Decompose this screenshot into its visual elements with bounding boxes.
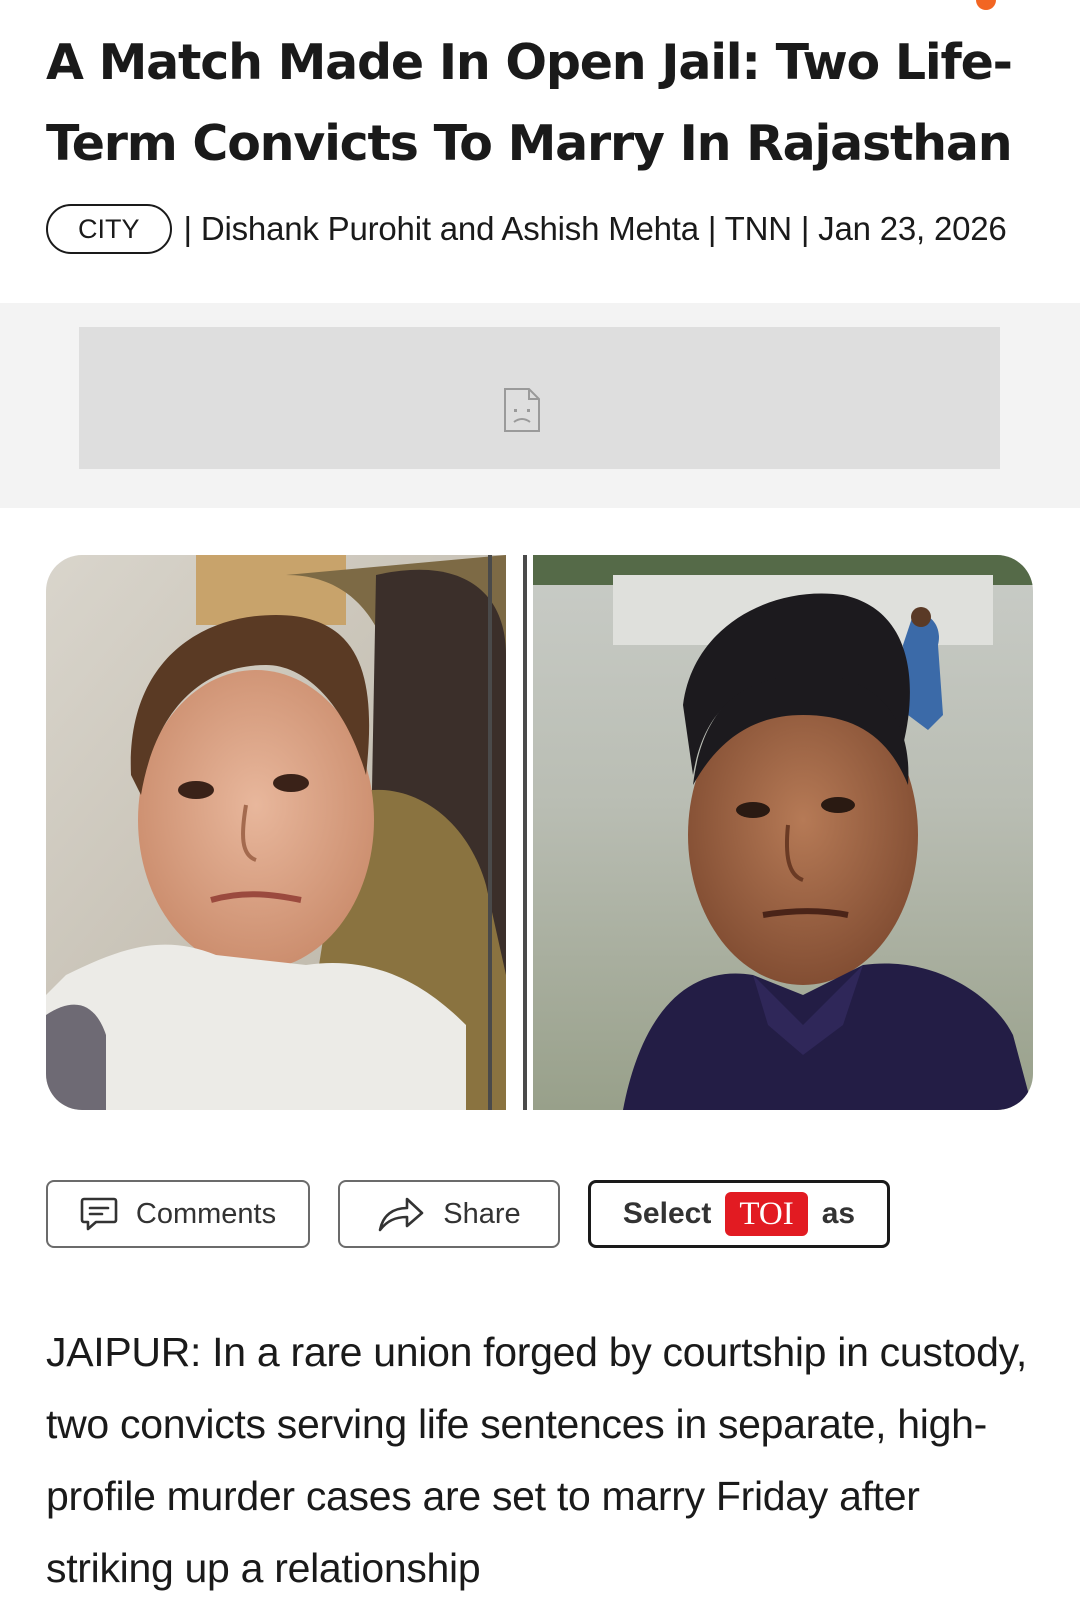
article-body-text: JAIPUR: In a rare union forged by courts…	[46, 1329, 1027, 1591]
ad-slot	[0, 303, 1080, 508]
man-photo	[533, 555, 1033, 1110]
select-toi-preferred-source-button[interactable]: Select TOI as	[588, 1180, 890, 1248]
broken-image-icon	[504, 388, 540, 432]
select-label: Select	[622, 1197, 712, 1230]
share-arrow-icon	[378, 1197, 424, 1232]
woman-photo	[46, 555, 506, 1110]
author-date-text: | Dishank Purohit and Ashish Mehta | TNN…	[183, 210, 1007, 247]
article-headline: A Match Made In Open Jail: Two Life-Term…	[46, 34, 1013, 172]
comment-icon	[80, 1197, 118, 1231]
share-button[interactable]: Share	[338, 1180, 560, 1248]
photo-divider-line	[488, 555, 492, 1110]
as-label: as	[821, 1197, 856, 1230]
article-action-bar: Comments Share Select TOI as	[46, 1180, 890, 1248]
share-label: Share	[443, 1197, 521, 1230]
photo-divider	[506, 555, 533, 1110]
comments-label: Comments	[135, 1197, 277, 1230]
comments-button[interactable]: Comments	[46, 1180, 310, 1248]
article-hero-image[interactable]	[46, 555, 1033, 1110]
article-byline: CITY | Dishank Purohit and Ashish Mehta …	[46, 202, 1080, 256]
category-tag[interactable]: CITY	[46, 204, 172, 254]
toi-logo-badge: TOI	[725, 1192, 808, 1236]
ad-placeholder[interactable]	[79, 327, 1000, 469]
notification-dot	[976, 0, 996, 10]
photo-divider-line	[523, 555, 527, 1110]
